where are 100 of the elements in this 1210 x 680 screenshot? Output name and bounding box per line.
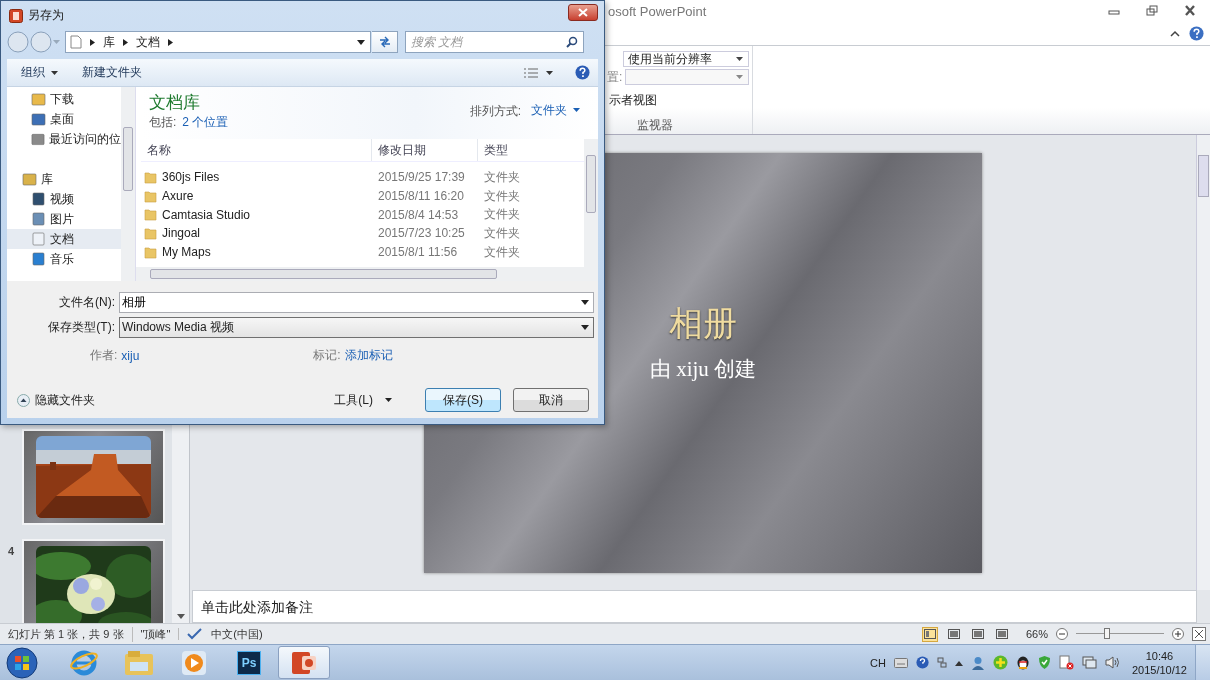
- zoom-percent[interactable]: 66%: [1025, 628, 1048, 640]
- file-type: 文件夹: [483, 187, 521, 205]
- nav-scrollbar[interactable]: [121, 87, 135, 281]
- locations-link[interactable]: 2 个位置: [182, 114, 229, 131]
- app-logo-text: Ps: [241, 655, 257, 670]
- caret-icon[interactable]: [546, 70, 553, 75]
- view-icon: [923, 629, 936, 639]
- chevron-icon[interactable]: [90, 38, 95, 46]
- file-name[interactable]: Camtasia Studio: [162, 207, 251, 222]
- nav-item[interactable]: 文档: [7, 229, 121, 249]
- spellcheck-icon[interactable]: [178, 628, 204, 640]
- view-icon: [947, 629, 960, 639]
- view-button[interactable]: [969, 626, 986, 642]
- column-header[interactable]: 名称: [141, 139, 372, 161]
- resolution-dropdown[interactable]: 使用当前分辨率: [623, 51, 749, 67]
- caret-icon: [385, 398, 392, 402]
- nav-item[interactable]: 库: [7, 169, 121, 189]
- cancel-button[interactable]: 取消: [513, 388, 589, 412]
- caret-icon[interactable]: [581, 300, 589, 305]
- file-name[interactable]: 360js Files: [162, 170, 220, 185]
- library-title: 文档库: [149, 92, 201, 114]
- tools-menu[interactable]: 工具(L): [328, 390, 398, 410]
- author-value[interactable]: xiju: [121, 348, 140, 363]
- address-bar[interactable]: 库 文档: [65, 31, 371, 53]
- options-icon[interactable]: [936, 656, 947, 669]
- app-icon: [9, 8, 23, 23]
- fit-window-icon[interactable]: [1192, 627, 1206, 641]
- file-name[interactable]: Axure: [162, 189, 194, 204]
- chevron-icon[interactable]: [123, 38, 128, 46]
- chevron-icon[interactable]: [168, 38, 173, 46]
- slide-thumbnail[interactable]: [22, 429, 165, 525]
- new-folder-button[interactable]: 新建文件夹: [74, 62, 150, 83]
- restore-icon[interactable]: [1146, 5, 1158, 16]
- taskbar-app[interactable]: Ps: [223, 646, 275, 679]
- close-button[interactable]: [568, 4, 598, 21]
- person-icon[interactable]: [970, 655, 985, 670]
- nav-item[interactable]: 最近访问的位: [7, 129, 121, 149]
- save-button[interactable]: 保存(S): [425, 388, 501, 412]
- arrange-label: 排列方式:: [469, 103, 521, 120]
- clock-time[interactable]: 10:46: [1145, 648, 1174, 663]
- organize-menu[interactable]: 组织: [13, 62, 66, 83]
- view-button[interactable]: [945, 626, 962, 642]
- includes-label: 包括:: [149, 114, 177, 131]
- hide-folders-button[interactable]: 隐藏文件夹: [7, 391, 95, 409]
- view-icon: [995, 629, 1008, 639]
- horizontal-scrollbar[interactable]: [136, 267, 598, 281]
- file-type: 文件夹: [483, 243, 521, 261]
- nav-item[interactable]: 图片: [7, 209, 121, 229]
- nav-item[interactable]: 下载: [7, 89, 121, 109]
- file-name-field[interactable]: 相册: [119, 292, 594, 313]
- slide-info: 幻灯片 第 1 张，共 9 张: [8, 626, 124, 642]
- scroll-down-icon[interactable]: [176, 614, 185, 619]
- language[interactable]: 中文(中国): [211, 626, 263, 642]
- close-icon: [578, 8, 588, 17]
- input-method[interactable]: CH: [870, 656, 886, 669]
- breadcrumb-item[interactable]: 库: [103, 33, 115, 51]
- collapse-ribbon-icon[interactable]: [1170, 29, 1180, 38]
- file-name[interactable]: My Maps: [162, 245, 211, 260]
- nav-item[interactable]: 音乐: [7, 249, 121, 269]
- file-type: 文件夹: [483, 206, 521, 224]
- presenter-view-label[interactable]: 示者视图: [607, 92, 752, 109]
- clock-date[interactable]: 2015/10/12: [1131, 662, 1187, 677]
- notes-field[interactable]: 单击此处添加备注: [192, 590, 1197, 623]
- monitor-icon[interactable]: [1081, 656, 1097, 669]
- help-icon[interactable]: [575, 65, 590, 80]
- help-icon[interactable]: [915, 656, 929, 669]
- start-button[interactable]: [6, 646, 38, 679]
- column-header[interactable]: 修改日期: [372, 139, 478, 161]
- play-icon: [181, 649, 207, 676]
- slide-title: 相册: [669, 301, 737, 345]
- view-button[interactable]: [921, 626, 938, 642]
- slide-thumbnail[interactable]: [22, 539, 165, 623]
- network-error-icon[interactable]: [1058, 655, 1074, 670]
- arrange-dropdown[interactable]: 文件夹: [531, 103, 580, 117]
- close-icon[interactable]: [1184, 5, 1196, 16]
- shield-icon[interactable]: [1037, 655, 1051, 670]
- keyboard-icon[interactable]: [893, 657, 908, 668]
- caret-icon: [573, 108, 580, 112]
- file-name-label: 文件名(N):: [58, 294, 116, 311]
- caret-icon: [51, 70, 58, 75]
- zoom-in-icon[interactable]: [1172, 628, 1184, 640]
- file-name[interactable]: Jingoal: [162, 226, 201, 241]
- breadcrumb-item[interactable]: 文档: [136, 33, 160, 51]
- penguin-icon[interactable]: [1015, 655, 1030, 670]
- search-icon[interactable]: [566, 36, 578, 48]
- nav-item[interactable]: 视频: [7, 189, 121, 209]
- browser-icon: [70, 648, 98, 677]
- file-type-dropdown[interactable]: Windows Media 视频: [119, 317, 594, 338]
- search-field[interactable]: 搜索 文档: [405, 31, 584, 53]
- speaker-icon[interactable]: [1104, 656, 1120, 669]
- view-button[interactable]: [993, 626, 1010, 642]
- add-tags-link[interactable]: 添加标记: [344, 347, 393, 364]
- help-icon[interactable]: [1189, 26, 1204, 41]
- expand-tray-icon[interactable]: [954, 659, 963, 666]
- nav-item[interactable]: 桌面: [7, 109, 121, 129]
- file-list-scrollbar[interactable]: [584, 139, 598, 267]
- vertical-scrollbar[interactable]: [1196, 135, 1210, 590]
- refresh-button[interactable]: [372, 31, 398, 53]
- zoom-out-icon[interactable]: [1056, 628, 1068, 640]
- taskbar-app[interactable]: [278, 646, 330, 679]
